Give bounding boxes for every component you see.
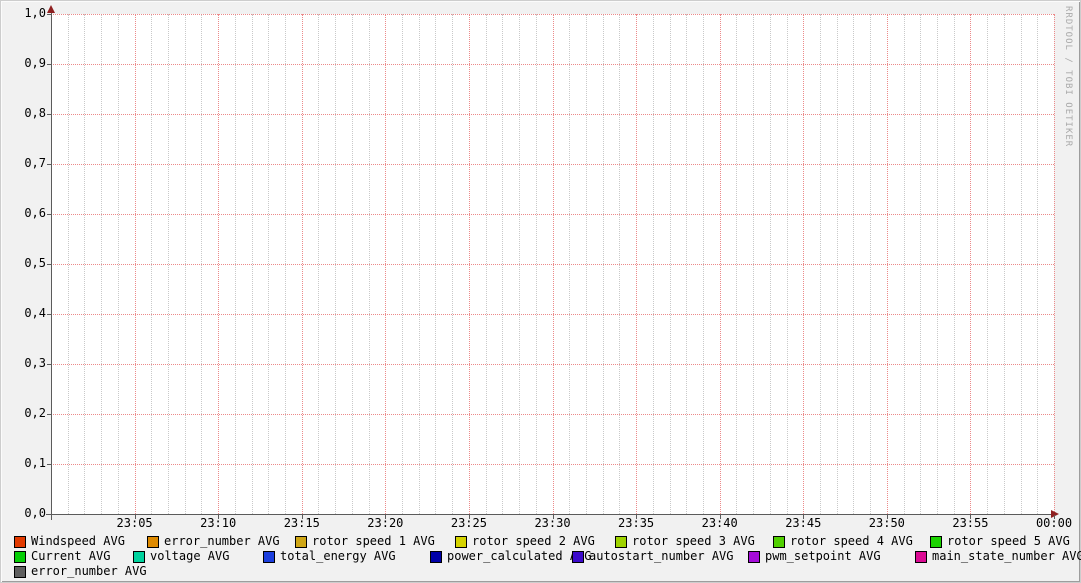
legend-swatch: [455, 536, 467, 548]
x-tick: [886, 515, 888, 519]
legend-swatch: [615, 536, 627, 548]
y-axis-label: 0,4: [24, 306, 46, 320]
x-tick: [468, 515, 470, 519]
y-axis-label: 0,0: [24, 506, 46, 520]
x-tick: [552, 515, 554, 519]
legend-swatch: [430, 551, 442, 563]
legend-label: error_number AVG: [164, 534, 280, 548]
y-axis-label: 0,2: [24, 406, 46, 420]
major-gridline-v: [1054, 14, 1055, 514]
major-gridline-h: [51, 364, 1054, 365]
legend-label: total_energy AVG: [280, 549, 396, 563]
y-axis-label: 0,6: [24, 206, 46, 220]
y-axis-label: 0,9: [24, 56, 46, 70]
legend-label: power_calculated AVG: [447, 549, 592, 563]
x-tick: [301, 515, 303, 519]
y-tick: [47, 214, 51, 215]
legend-label: voltage AVG: [150, 549, 230, 563]
y-axis-label: 0,8: [24, 106, 46, 120]
x-tick: [970, 515, 972, 519]
major-gridline-h: [51, 314, 1054, 315]
y-tick: [47, 14, 51, 15]
legend-label: Windspeed AVG: [31, 534, 125, 548]
y-tick: [47, 514, 51, 515]
major-gridline-h: [51, 264, 1054, 265]
legend-label: pwm_setpoint AVG: [765, 549, 881, 563]
major-gridline-h: [51, 64, 1054, 65]
x-tick: [218, 515, 220, 519]
x-axis-label: 00:00: [1035, 516, 1073, 530]
legend-label: rotor speed 1 AVG: [312, 534, 435, 548]
y-axis-label: 0,7: [24, 156, 46, 170]
major-gridline-h: [51, 14, 1054, 15]
y-tick: [47, 64, 51, 65]
legend-swatch: [930, 536, 942, 548]
legend-label: rotor speed 5 AVG: [947, 534, 1070, 548]
major-gridline-h: [51, 114, 1054, 115]
legend-swatch: [263, 551, 275, 563]
y-tick: [47, 164, 51, 165]
legend-label: rotor speed 4 AVG: [790, 534, 913, 548]
legend-swatch: [147, 536, 159, 548]
y-axis-line: [51, 12, 52, 520]
x-tick: [636, 515, 638, 519]
legend-swatch: [295, 536, 307, 548]
legend-label: rotor speed 3 AVG: [632, 534, 755, 548]
legend-swatch: [14, 551, 26, 563]
x-tick: [803, 515, 805, 519]
y-tick: [47, 464, 51, 465]
x-tick: [1054, 515, 1055, 519]
x-tick: [385, 515, 387, 519]
rrdtool-watermark: RRDTOOL / TOBI OETIKER: [1063, 6, 1073, 148]
major-gridline-h: [51, 164, 1054, 165]
x-tick: [134, 515, 136, 519]
y-axis-label: 0,3: [24, 356, 46, 370]
y-axis-label: 1,0: [24, 6, 46, 20]
legend-swatch: [14, 536, 26, 548]
legend-swatch: [773, 536, 785, 548]
x-tick: [719, 515, 721, 519]
y-tick: [47, 314, 51, 315]
plot-area: [51, 14, 1055, 514]
legend-swatch: [133, 551, 145, 563]
major-gridline-h: [51, 414, 1054, 415]
y-tick: [47, 414, 51, 415]
legend-swatch: [915, 551, 927, 563]
legend-label: Current AVG: [31, 549, 111, 563]
major-gridline-h: [51, 464, 1054, 465]
legend-label: main_state_number AVG: [932, 549, 1081, 563]
legend-swatch: [748, 551, 760, 563]
y-axis-label: 0,1: [24, 456, 46, 470]
rrdtool-graph: 1,0 0,9 0,8 0,7 0,6 0,5 0,4 0,3 0,2 0,1 0,0 23:05 2…: [0, 0, 1081, 583]
legend-swatch: [572, 551, 584, 563]
y-tick: [47, 364, 51, 365]
y-tick: [47, 264, 51, 265]
legend-label: autostart_number AVG: [589, 549, 734, 563]
major-gridline-h: [51, 214, 1054, 215]
legend-label: rotor speed 2 AVG: [472, 534, 595, 548]
legend-swatch: [14, 566, 26, 578]
y-axis-arrow-icon: [47, 5, 55, 13]
y-tick: [47, 114, 51, 115]
x-axis-line: [46, 514, 1055, 515]
y-axis-label: 0,5: [24, 256, 46, 270]
legend-label: error_number AVG: [31, 564, 147, 578]
